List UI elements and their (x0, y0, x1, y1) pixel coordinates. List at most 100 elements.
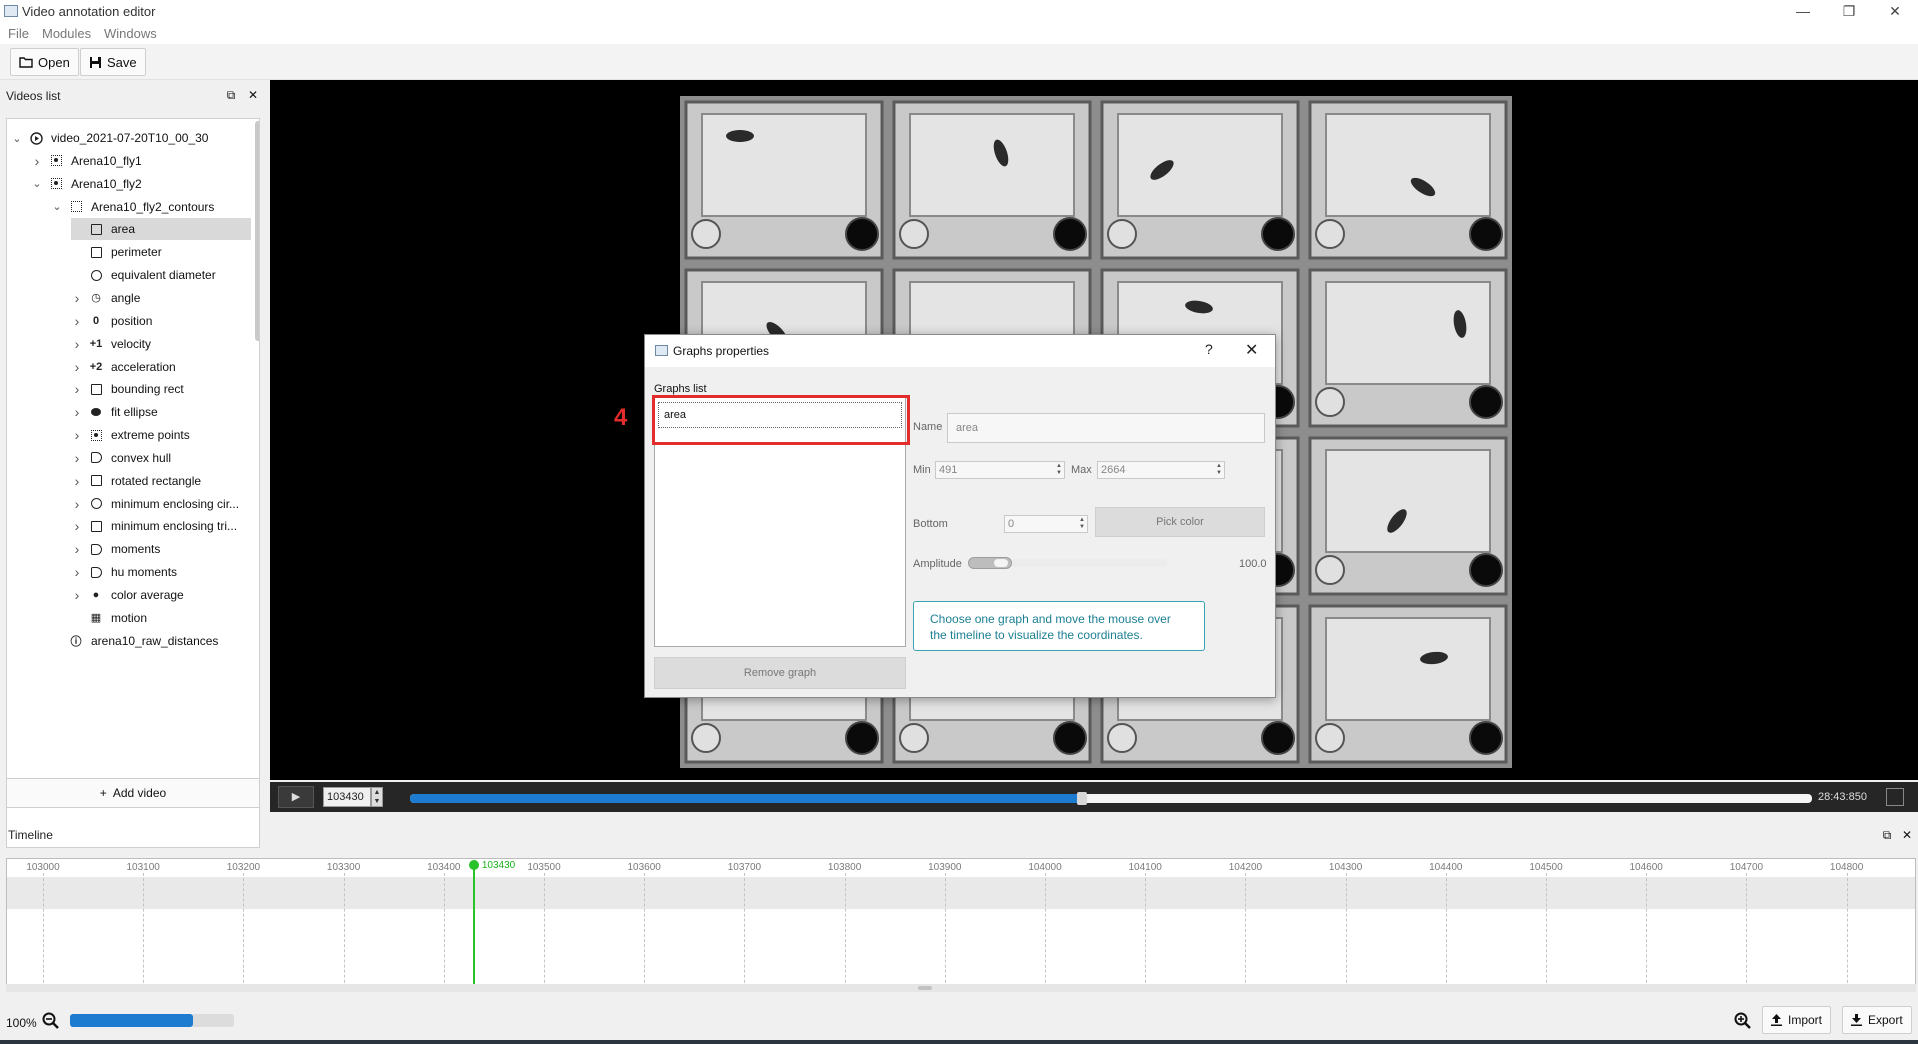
tree-item[interactable]: › rotated rectangle (71, 470, 251, 492)
chevron-down-icon[interactable]: ⌄ (11, 132, 23, 145)
tree-item[interactable]: › +2 acceleration (71, 356, 251, 378)
tree-item[interactable]: ⌄ Arena10_fly2_contours (51, 196, 251, 218)
dialog-close-icon[interactable]: ✕ (1245, 340, 1258, 360)
chevron-right-icon[interactable]: › (71, 427, 83, 443)
frame-number-input[interactable]: 103430 (323, 787, 371, 807)
dialog-title: Graphs properties (673, 344, 770, 358)
tree-item-label: video_2021-07-20T10_00_30 (51, 131, 209, 145)
tree-item[interactable]: › hu moments (71, 561, 251, 583)
chevron-right-icon[interactable]: › (71, 381, 83, 397)
tree-item-label: arena10_raw_distances (91, 633, 219, 648)
chevron-right-icon[interactable]: › (71, 359, 83, 375)
close-window-button[interactable]: ✕ (1872, 0, 1918, 24)
taskbar-edge (0, 1040, 1918, 1044)
tree-item[interactable]: › bounding rect (71, 378, 251, 400)
chevron-down-icon[interactable]: ⌄ (51, 200, 63, 213)
chevron-right-icon[interactable]: › (71, 404, 83, 420)
chevron-right-icon[interactable]: › (71, 496, 83, 512)
timeline-tick-label: 104800 (1829, 862, 1864, 873)
zoom-in-icon[interactable] (1734, 1012, 1752, 1030)
tree-item[interactable]: ⌄ Arena10_fly2 (31, 173, 251, 195)
title-bar: Video annotation editor — ❐ ✕ (0, 0, 1918, 24)
tree-item[interactable]: › ◷ angle (71, 287, 251, 309)
tree-item[interactable]: perimeter (71, 241, 251, 263)
tree-item[interactable]: › minimum enclosing cir... (71, 493, 251, 515)
chevron-right-icon[interactable]: › (71, 473, 83, 489)
tree-scrollbar[interactable] (255, 121, 259, 341)
chevron-right-icon[interactable]: › (71, 450, 83, 466)
tree-item[interactable]: › minimum enclosing tri... (71, 515, 251, 537)
timeline-gridline (1345, 873, 1347, 991)
close-timeline-icon[interactable]: ✕ (1900, 828, 1914, 842)
tree-item[interactable]: › moments (71, 538, 251, 560)
fullscreen-icon[interactable] (1886, 788, 1904, 806)
add-video-button[interactable]: + Add video (6, 778, 260, 808)
restore-button[interactable]: ❐ (1826, 0, 1872, 24)
timeline-canvas[interactable]: 103000 103100 103200 103300 103400 103500 1036… (6, 858, 1916, 992)
timeline-scrollbar[interactable] (6, 984, 1916, 992)
max-spinbox[interactable]: 2664 ▲ ▼ (1097, 461, 1225, 479)
palette-icon: ● (92, 589, 100, 601)
timeline-gridline (1746, 873, 1748, 991)
amplitude-handle[interactable] (994, 559, 1008, 567)
frame-spin-arrows[interactable]: ▲ ▼ (371, 787, 383, 807)
tree-item[interactable]: › convex hull (71, 447, 251, 469)
menu-modules[interactable]: Modules (42, 26, 91, 41)
tree-item[interactable]: ⌄ video_2021-07-20T10_00_30 (11, 127, 251, 149)
chevron-right-icon[interactable]: › (71, 587, 83, 603)
chevron-right-icon[interactable]: › (31, 153, 43, 169)
chevron-right-icon[interactable]: › (71, 564, 83, 580)
spin-arrows-icon[interactable]: ▲ ▼ (1056, 463, 1062, 477)
filled-ellipse-icon (89, 405, 103, 419)
bottom-spinbox[interactable]: 0 ▲ ▼ (1004, 515, 1088, 533)
chevron-down-icon[interactable]: ⌄ (31, 177, 43, 190)
open-button[interactable]: Open (10, 48, 79, 76)
remove-graph-button[interactable]: Remove graph (654, 657, 906, 689)
tree-item[interactable]: › fit ellipse (71, 401, 251, 423)
tree-item[interactable]: › +1 velocity (71, 333, 251, 355)
tree-item[interactable]: › extreme points (71, 424, 251, 446)
chevron-right-icon[interactable]: › (71, 290, 83, 306)
chevron-right-icon[interactable]: › (71, 541, 83, 557)
timeline-playhead[interactable] (472, 866, 475, 991)
tree-item[interactable]: equivalent diameter (71, 264, 251, 286)
videos-tree[interactable]: ⌄ video_2021-07-20T10_00_30 › Arena10_fly1 ⌄… (6, 118, 260, 848)
name-field[interactable]: area (947, 413, 1265, 443)
min-label: Min (913, 464, 931, 476)
annotation-highlight-box (652, 395, 910, 445)
tree-item[interactable]: ▦ motion (71, 607, 251, 629)
chevron-right-icon[interactable]: › (71, 336, 83, 352)
chevron-right-icon[interactable]: › (71, 518, 83, 534)
chevron-right-icon[interactable]: › (71, 313, 83, 329)
float-timeline-icon[interactable]: ⧉ (1880, 828, 1894, 842)
export-button[interactable]: Export (1842, 1006, 1912, 1034)
float-panel-icon[interactable]: ⧉ (224, 88, 238, 102)
save-button[interactable]: Save (80, 48, 146, 76)
zoom-out-icon[interactable] (42, 1012, 60, 1030)
pick-color-button[interactable]: Pick color (1095, 507, 1265, 537)
import-button[interactable]: Import (1762, 1006, 1832, 1034)
tree-item-label: Arena10_fly2_contours (91, 199, 215, 214)
spin-arrows-icon[interactable]: ▲ ▼ (1079, 517, 1085, 531)
hull-icon (89, 542, 103, 556)
help-button[interactable]: ? (1205, 341, 1213, 357)
menu-file[interactable]: File (8, 26, 29, 41)
minimize-button[interactable]: — (1780, 0, 1826, 24)
square-icon (89, 245, 103, 259)
menu-windows[interactable]: Windows (104, 26, 157, 41)
annotation-step-number: 4 (614, 404, 628, 431)
acceleration-icon: +2 (89, 360, 103, 373)
close-panel-icon[interactable]: ✕ (246, 88, 260, 102)
timeline-scroll-handle[interactable] (918, 986, 932, 990)
tree-item[interactable]: ⓘ arena10_raw_distances (51, 630, 251, 652)
tree-item[interactable]: › 0 position (71, 310, 251, 332)
spin-arrows-icon[interactable]: ▲ ▼ (1216, 463, 1222, 477)
tree-item-label: position (111, 313, 153, 328)
min-spinbox[interactable]: 491 ▲ ▼ (935, 461, 1065, 479)
play-button[interactable]: ▶ (278, 786, 314, 808)
tree-item[interactable]: area (71, 218, 251, 241)
tree-item[interactable]: › Arena10_fly1 (31, 150, 251, 172)
playhead-dot-icon[interactable] (468, 860, 479, 870)
tree-item[interactable]: › ● color average (71, 584, 251, 606)
video-progress-handle[interactable] (1077, 792, 1088, 805)
